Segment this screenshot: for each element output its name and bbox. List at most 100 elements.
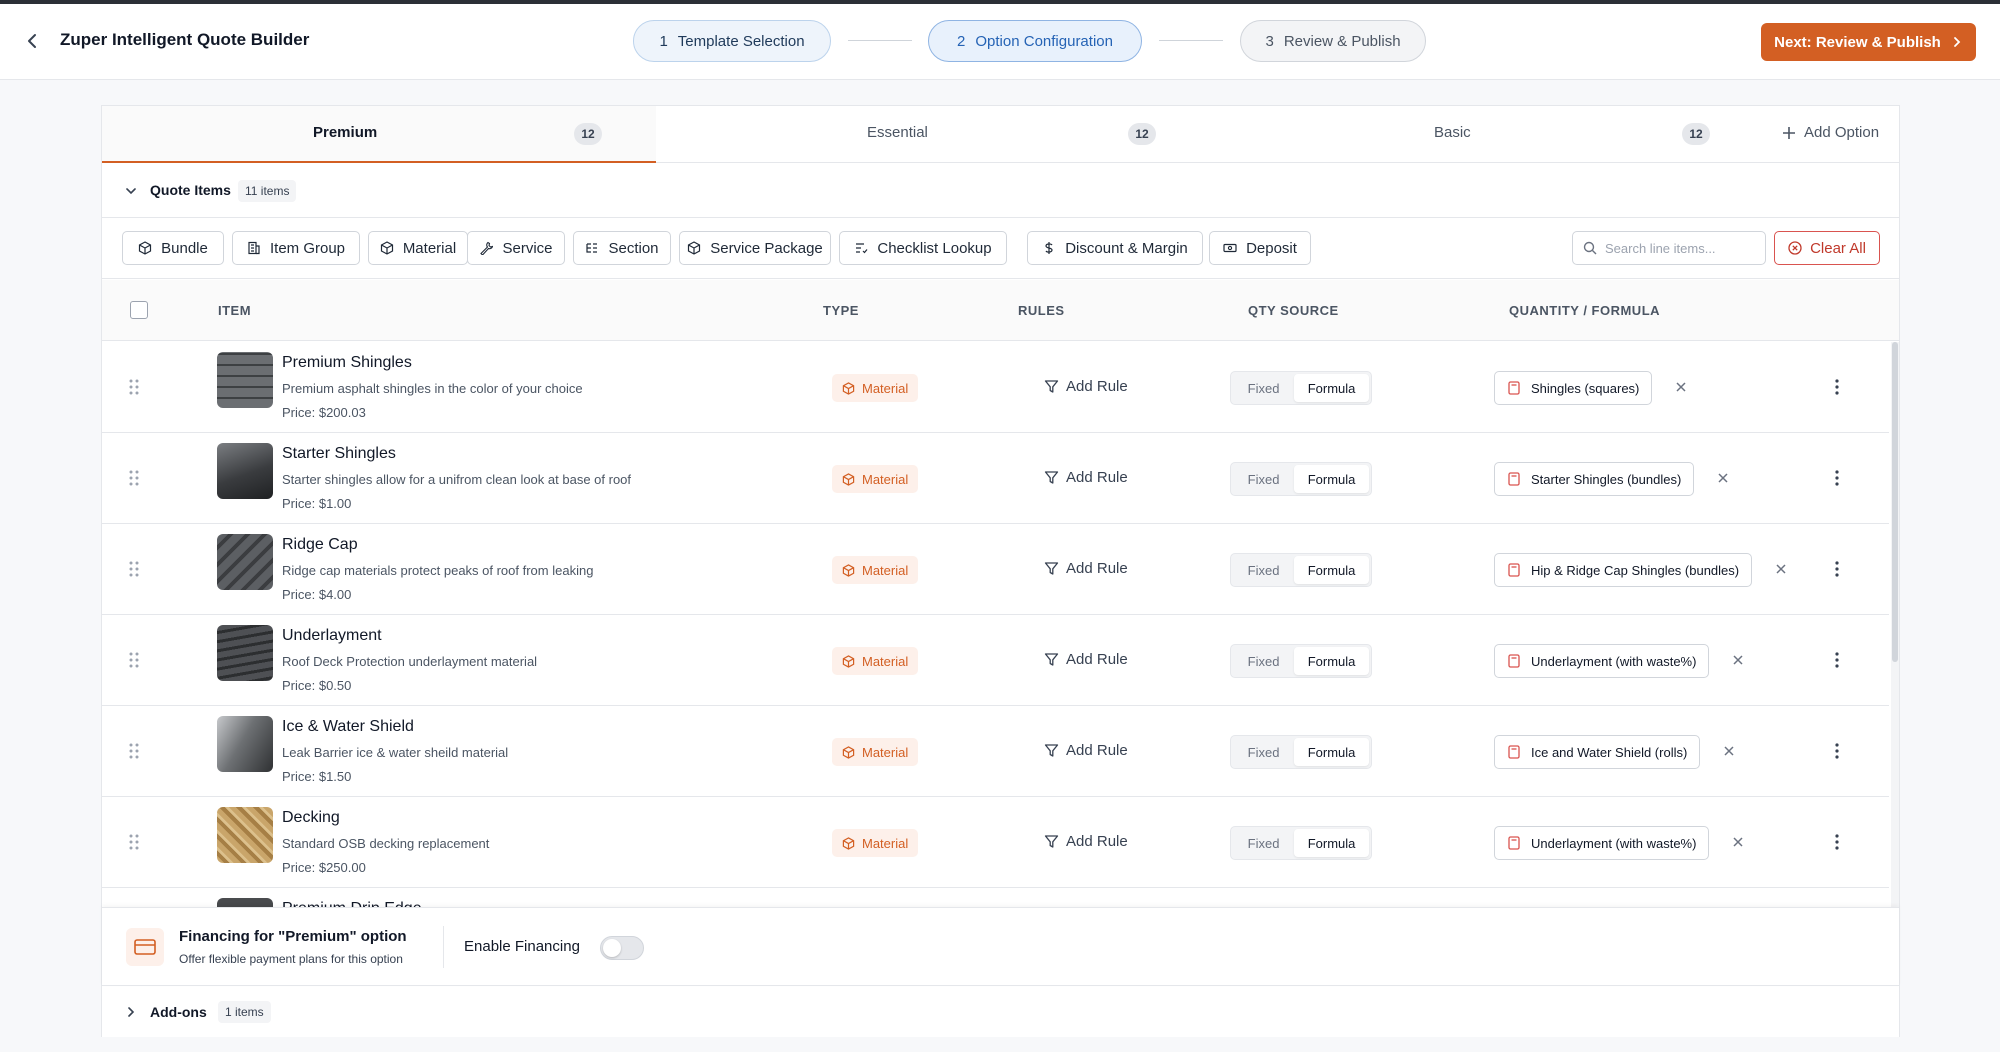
add-rule-label: Add Rule bbox=[1066, 833, 1128, 850]
step-option-configuration[interactable]: 2 Option Configuration bbox=[928, 20, 1142, 62]
qty-source-fixed-option[interactable]: Fixed bbox=[1233, 738, 1294, 766]
bundle-button[interactable]: Bundle bbox=[122, 231, 224, 265]
more-options-icon[interactable] bbox=[1834, 378, 1840, 396]
step-label: Review & Publish bbox=[1283, 32, 1401, 50]
section-button[interactable]: Section bbox=[573, 231, 671, 265]
qty-source-formula-option[interactable]: Formula bbox=[1294, 465, 1369, 493]
add-rule-button[interactable]: Add Rule bbox=[1044, 560, 1128, 577]
add-rule-button[interactable]: Add Rule bbox=[1044, 742, 1128, 759]
financing-panel: Financing for "Premium" option Offer fle… bbox=[102, 907, 1899, 986]
item-group-button[interactable]: Item Group bbox=[232, 231, 360, 265]
service-button[interactable]: Service bbox=[467, 231, 565, 265]
qty-source-fixed-option[interactable]: Fixed bbox=[1233, 374, 1294, 402]
table-row[interactable]: Ridge Cap Ridge cap materials protect pea… bbox=[102, 524, 1889, 615]
more-options-icon[interactable] bbox=[1834, 742, 1840, 760]
formula-chip[interactable]: Underlayment (with waste%) bbox=[1494, 826, 1710, 860]
option-card: Premium 12 Essential 12 Basic 12 Add Opt… bbox=[101, 105, 1900, 1037]
dollar-icon bbox=[1045, 242, 1053, 254]
type-badge: Material bbox=[832, 829, 919, 857]
table-row[interactable]: Premium Drip Edge bbox=[102, 888, 1889, 907]
add-rule-button[interactable]: Add Rule bbox=[1044, 651, 1128, 668]
formula-chip[interactable]: Starter Shingles (bundles) bbox=[1494, 462, 1695, 496]
item-price: Price: $1.00 bbox=[282, 496, 352, 511]
table-row[interactable]: Premium Shingles Premium asphalt shingles… bbox=[102, 342, 1889, 433]
table-scrollbar[interactable] bbox=[1891, 342, 1899, 907]
scrollbar-thumb[interactable] bbox=[1892, 342, 1898, 662]
type-badge: Material bbox=[832, 465, 919, 493]
formula-chip[interactable]: Shingles (squares) bbox=[1494, 371, 1653, 405]
table-row[interactable]: Ice & Water Shield Leak Barrier ice & wat… bbox=[102, 706, 1889, 797]
remove-formula-icon[interactable] bbox=[1774, 562, 1788, 576]
chevron-right-icon[interactable] bbox=[124, 1005, 138, 1019]
quote-items-header[interactable]: Quote Items 11 items bbox=[102, 164, 1899, 218]
qty-source-formula-option[interactable]: Formula bbox=[1294, 829, 1369, 857]
formula-chip[interactable]: Underlayment (with waste%) bbox=[1494, 644, 1710, 678]
enable-financing-toggle[interactable] bbox=[600, 936, 644, 960]
qty-source-fixed-option[interactable]: Fixed bbox=[1233, 647, 1294, 675]
table-row[interactable]: Decking Standard OSB decking replacement P… bbox=[102, 797, 1889, 888]
more-options-icon[interactable] bbox=[1834, 833, 1840, 851]
qty-source-formula-option[interactable]: Formula bbox=[1294, 556, 1369, 584]
clear-all-button[interactable]: Clear All bbox=[1774, 231, 1880, 265]
formula-label: Starter Shingles (bundles) bbox=[1531, 471, 1682, 487]
remove-formula-icon[interactable] bbox=[1731, 835, 1745, 849]
deposit-button[interactable]: Deposit bbox=[1209, 231, 1311, 265]
tab-essential[interactable]: Essential 12 bbox=[656, 106, 1210, 163]
qty-source-fixed-option[interactable]: Fixed bbox=[1233, 465, 1294, 493]
table-row[interactable]: Starter Shingles Starter shingles allow f… bbox=[102, 433, 1889, 524]
service-package-button[interactable]: Service Package bbox=[679, 231, 831, 265]
search-box[interactable] bbox=[1572, 231, 1766, 265]
building-icon bbox=[248, 241, 260, 255]
more-options-icon[interactable] bbox=[1834, 469, 1840, 487]
checklist-lookup-button[interactable]: Checklist Lookup bbox=[839, 231, 1007, 265]
qty-source-formula-option[interactable]: Formula bbox=[1294, 738, 1369, 766]
type-badge: Material bbox=[832, 556, 919, 584]
discount-margin-button[interactable]: Discount & Margin bbox=[1027, 231, 1203, 265]
column-header-rules: RULES bbox=[1018, 303, 1065, 318]
tab-basic[interactable]: Basic 12 bbox=[1210, 106, 1764, 163]
tab-count-badge: 12 bbox=[1682, 123, 1710, 145]
tab-premium[interactable]: Premium 12 bbox=[102, 106, 656, 163]
next-review-publish-button[interactable]: Next: Review & Publish bbox=[1761, 23, 1976, 61]
remove-formula-icon[interactable] bbox=[1731, 653, 1745, 667]
qty-source-formula-option[interactable]: Formula bbox=[1294, 647, 1369, 675]
drag-handle-icon[interactable] bbox=[128, 560, 140, 578]
package-icon bbox=[380, 241, 393, 255]
chevron-down-icon[interactable] bbox=[124, 184, 138, 198]
drag-handle-icon[interactable] bbox=[128, 742, 140, 760]
add-rule-label: Add Rule bbox=[1066, 560, 1128, 577]
formula-chip[interactable]: Ice and Water Shield (rolls) bbox=[1494, 735, 1701, 769]
table-row[interactable]: Underlayment Roof Deck Protection underla… bbox=[102, 615, 1889, 706]
drag-handle-icon[interactable] bbox=[128, 469, 140, 487]
add-ons-header[interactable]: Add-ons 1 items bbox=[102, 987, 1899, 1037]
back-icon[interactable] bbox=[22, 30, 44, 52]
drag-handle-icon[interactable] bbox=[128, 833, 140, 851]
column-header-item: ITEM bbox=[218, 303, 252, 318]
more-options-icon[interactable] bbox=[1834, 560, 1840, 578]
step-template-selection[interactable]: 1 Template Selection bbox=[633, 20, 831, 62]
add-rule-label: Add Rule bbox=[1066, 651, 1128, 668]
more-options-icon[interactable] bbox=[1834, 651, 1840, 669]
table-header: ITEM TYPE RULES QTY SOURCE QUANTITY / FO… bbox=[102, 280, 1899, 341]
remove-formula-icon[interactable] bbox=[1722, 744, 1736, 758]
material-button[interactable]: Material bbox=[368, 231, 468, 265]
item-thumbnail bbox=[217, 898, 273, 907]
formula-chip[interactable]: Hip & Ridge Cap Shingles (bundles) bbox=[1494, 553, 1753, 587]
drag-handle-icon[interactable] bbox=[128, 378, 140, 396]
drag-handle-icon[interactable] bbox=[128, 651, 140, 669]
remove-formula-icon[interactable] bbox=[1716, 471, 1730, 485]
add-rule-button[interactable]: Add Rule bbox=[1044, 469, 1128, 486]
remove-formula-icon[interactable] bbox=[1674, 380, 1688, 394]
calculator-icon bbox=[1508, 563, 1520, 577]
add-rule-button[interactable]: Add Rule bbox=[1044, 378, 1128, 395]
qty-source-fixed-option[interactable]: Fixed bbox=[1233, 556, 1294, 584]
app-title: Zuper Intelligent Quote Builder bbox=[60, 30, 310, 49]
step-review-publish[interactable]: 3 Review & Publish bbox=[1240, 20, 1426, 62]
qty-source-fixed-option[interactable]: Fixed bbox=[1233, 829, 1294, 857]
add-rule-button[interactable]: Add Rule bbox=[1044, 833, 1128, 850]
search-input[interactable] bbox=[1605, 240, 1755, 256]
select-all-checkbox[interactable] bbox=[130, 301, 148, 319]
step-label: Option Configuration bbox=[975, 32, 1113, 50]
add-option-button[interactable]: Add Option bbox=[1782, 124, 1879, 141]
qty-source-formula-option[interactable]: Formula bbox=[1294, 374, 1369, 402]
